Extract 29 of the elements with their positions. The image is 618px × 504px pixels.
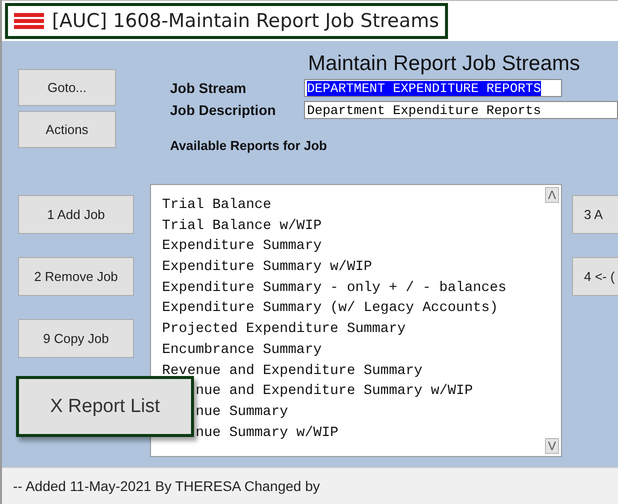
- list-item[interactable]: nue Summary: [196, 402, 288, 423]
- list-label: Available Reports for Job: [169, 138, 328, 153]
- job-button[interactable]: 2 Remove Job: [18, 257, 134, 296]
- list-item[interactable]: Expenditure Summary w/WIP: [162, 257, 561, 278]
- list-item[interactable]: nue and Expenditure Summary w/WIP: [196, 381, 473, 402]
- list-item[interactable]: Expenditure Summary - only + / - balances: [162, 278, 561, 298]
- job-button[interactable]: 9 Copy Job: [18, 319, 134, 358]
- input-field[interactable]: Department Expenditure Reports: [304, 101, 618, 119]
- field-label: Job Description: [169, 102, 277, 118]
- field-label: Job Stream: [169, 80, 248, 96]
- scroll-up-button[interactable]: Λ: [545, 187, 559, 203]
- window-title: [AUC] 1608-Maintain Report Job Streams: [5, 3, 448, 39]
- job-button[interactable]: 4 <- (: [572, 257, 618, 296]
- list-item[interactable]: Expenditure Summary (w/ Legacy Accounts): [162, 298, 561, 320]
- status-bar: -- Added 11-May-2021 By THERESA Changed by: [2, 467, 618, 504]
- form-heading: Maintain Report Job Streams: [307, 52, 581, 76]
- scroll-down-button[interactable]: V: [545, 438, 559, 454]
- input-field[interactable]: DEPARTMENT EXPENDITURE REPORTS: [304, 79, 562, 97]
- list-item[interactable]: Trial Balance w/WIP: [162, 216, 561, 236]
- report-list-button[interactable]: X Report List: [16, 376, 194, 437]
- list-item[interactable]: Projected Expenditure Summary: [162, 319, 561, 340]
- list-item[interactable]: Encumbrance Summary: [162, 340, 561, 360]
- app-icon: [14, 13, 44, 29]
- list-item[interactable]: Expenditure Summary: [162, 236, 561, 258]
- job-button[interactable]: 1 Add Job: [18, 195, 134, 234]
- list-item[interactable]: nue Summary w/WIP: [196, 422, 338, 444]
- toolbar-button[interactable]: Goto...: [18, 69, 116, 106]
- job-button[interactable]: 3 A: [572, 195, 618, 234]
- toolbar-button[interactable]: Actions: [18, 111, 116, 148]
